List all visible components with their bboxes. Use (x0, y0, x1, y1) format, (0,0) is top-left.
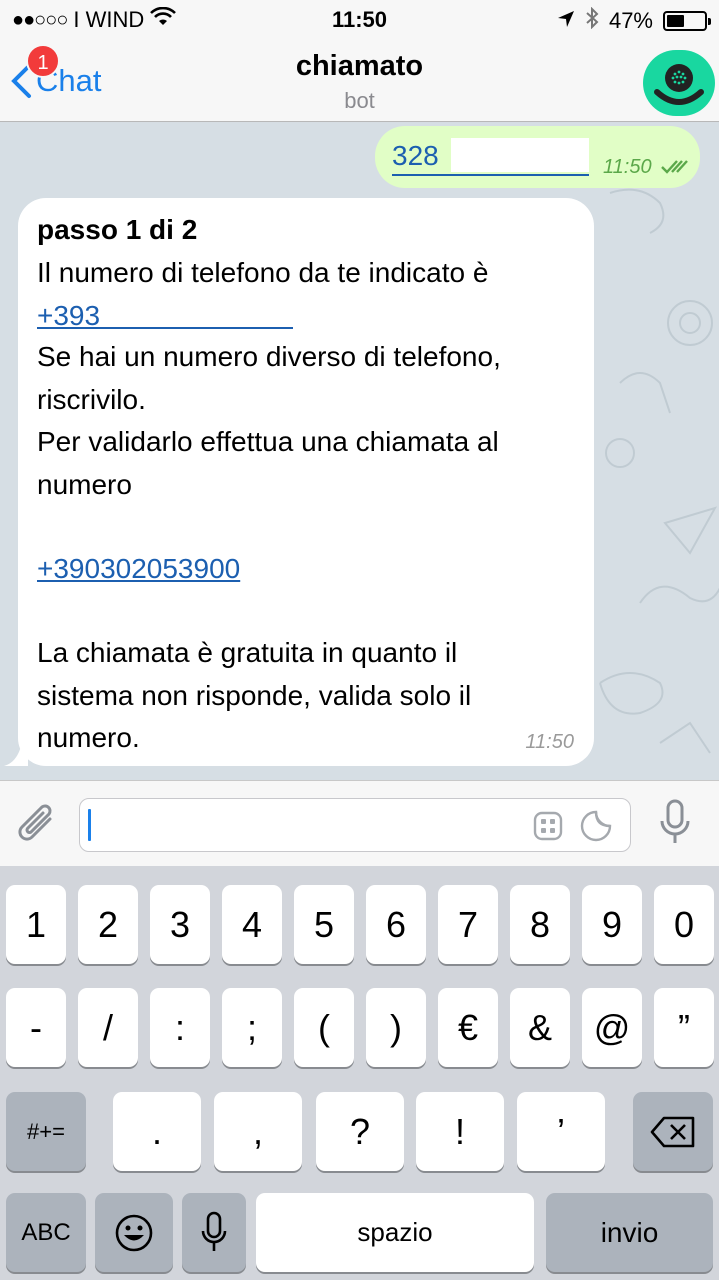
dictation-key[interactable] (182, 1193, 246, 1272)
outgoing-time: 11:50 (603, 156, 652, 178)
key-7[interactable]: 7 (438, 885, 498, 964)
key-exclamation[interactable]: ! (416, 1092, 504, 1171)
text-caret (88, 809, 91, 841)
key-at[interactable]: @ (582, 988, 642, 1067)
key-abc[interactable]: ABC (6, 1193, 86, 1272)
emoji-icon (115, 1214, 153, 1252)
location-icon (557, 8, 575, 34)
message-line: riscrivilo. (37, 384, 146, 415)
call-number-link[interactable]: +390302053900 (37, 548, 240, 590)
user-phone-link[interactable]: +393 (37, 295, 100, 337)
bot-avatar[interactable] (643, 50, 715, 116)
user-phone-underline (37, 327, 293, 329)
delete-key[interactable] (633, 1092, 713, 1171)
status-bar: ●●○○○ I WIND 11:50 47% (0, 0, 719, 40)
redacted-area (451, 138, 589, 172)
incoming-time: 11:50 (525, 731, 574, 753)
return-key[interactable]: invio (546, 1193, 713, 1272)
message-input[interactable] (79, 798, 631, 852)
key-close-paren[interactable]: ) (366, 988, 426, 1067)
key-apostrophe[interactable]: ’ (517, 1092, 605, 1171)
outgoing-message[interactable]: 328 11:50 (375, 126, 700, 188)
backspace-icon (650, 1116, 695, 1148)
key-2[interactable]: 2 (78, 885, 138, 964)
key-hyphen[interactable]: - (6, 988, 66, 1067)
message-line: Se hai un numero diverso di telefono, (37, 341, 501, 372)
chat-title: chiamato (295, 50, 424, 82)
battery-percent: 47% (608, 8, 653, 33)
outgoing-link-underline (392, 174, 589, 176)
message-line: Per validarlo effettua una chiamata al (37, 426, 499, 457)
battery-icon (663, 11, 711, 31)
key-quote[interactable]: ” (654, 988, 714, 1067)
keyboard: 1 2 3 4 5 6 7 8 9 0 - / : ; ( ) € & @ ” … (0, 866, 719, 1280)
read-checks-icon (660, 158, 690, 181)
key-ampersand[interactable]: & (510, 988, 570, 1067)
microphone-icon[interactable] (659, 799, 691, 852)
message-line: Il numero di telefono da te indicato è (37, 257, 489, 288)
key-3[interactable]: 3 (150, 885, 210, 964)
message-line: numero. (37, 722, 140, 753)
bot-commands-icon[interactable] (533, 811, 563, 846)
message-input-bar (0, 780, 719, 866)
key-slash[interactable]: / (78, 988, 138, 1067)
status-right: 47% (557, 6, 711, 35)
key-comma[interactable]: , (214, 1092, 302, 1171)
emoji-key[interactable] (95, 1193, 173, 1272)
chat-subtitle: bot (344, 88, 375, 113)
bubble-tail (4, 742, 28, 766)
sticker-icon[interactable] (580, 810, 612, 847)
message-line: La chiamata è gratuita in quanto il (37, 637, 458, 668)
key-colon[interactable]: : (150, 988, 210, 1067)
key-5[interactable]: 5 (294, 885, 354, 964)
key-period[interactable]: . (113, 1092, 201, 1171)
key-semicolon[interactable]: ; (222, 988, 282, 1067)
key-4[interactable]: 4 (222, 885, 282, 964)
nav-bar: Chat 1 chiamato bot (0, 40, 719, 122)
bluetooth-icon (585, 6, 599, 35)
key-6[interactable]: 6 (366, 885, 426, 964)
incoming-message[interactable]: passo 1 di 2 Il numero di telefono da te… (4, 198, 594, 766)
key-euro[interactable]: € (438, 988, 498, 1067)
space-key[interactable]: spazio (256, 1193, 534, 1272)
message-line: numero (37, 469, 132, 500)
paperclip-icon[interactable] (16, 801, 60, 852)
key-1[interactable]: 1 (6, 885, 66, 964)
chat-area[interactable]: 328 11:50 passo 1 di 2 Il numero di tele… (0, 123, 719, 780)
step-indicator: passo 1 di 2 (37, 214, 198, 245)
key-9[interactable]: 9 (582, 885, 642, 964)
key-8[interactable]: 8 (510, 885, 570, 964)
microphone-icon (201, 1211, 227, 1251)
key-open-paren[interactable]: ( (294, 988, 354, 1067)
key-0[interactable]: 0 (654, 885, 714, 964)
message-line: sistema non risponde, valida solo il (37, 680, 472, 711)
key-question[interactable]: ? (316, 1092, 404, 1171)
outgoing-phone-link[interactable]: 328 (392, 140, 439, 172)
key-more-symbols[interactable]: #+= (6, 1092, 86, 1171)
